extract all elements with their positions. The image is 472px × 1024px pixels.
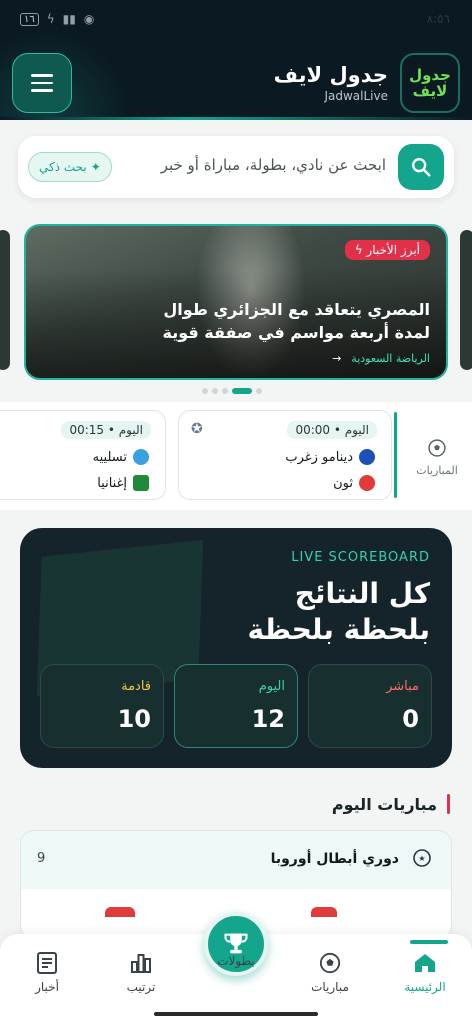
featured-news-card[interactable]: ϟ أبرز الأخبار المصري يتعاقد مع الجزائري… <box>24 224 448 380</box>
search-button[interactable] <box>398 144 444 190</box>
bar-chart-icon <box>131 954 151 973</box>
stat-label: اليوم <box>258 679 285 694</box>
team-crest-icon <box>359 475 375 491</box>
svg-text:★: ★ <box>418 854 425 863</box>
menu-icon-line <box>31 89 53 92</box>
search-icon <box>412 158 431 177</box>
battery-icon: ١٦ <box>20 12 39 26</box>
away-team-name: إغنانيا <box>97 475 127 491</box>
match-time: اليوم • 00:15 <box>61 421 151 439</box>
news-headline: المصري يتعاقد مع الجزائري طوال لمدة أربع… <box>162 300 431 342</box>
stat-value: 10 <box>117 705 151 733</box>
home-indicator <box>154 1012 318 1016</box>
away-team: ثون <box>333 475 375 491</box>
carousel-dots <box>202 388 262 394</box>
home-team-name: تسلييه <box>92 449 127 465</box>
search-input[interactable]: ابحث عن نادي، بطولة، مباراة أو خبر <box>161 156 386 174</box>
stat-live[interactable]: مباشر 0 <box>308 664 432 748</box>
next-news-card[interactable] <box>460 230 472 370</box>
carousel-dot[interactable] <box>256 388 262 394</box>
scoreboard-title-line: بلحظة بلحظة <box>247 613 430 646</box>
stat-label: قادمة <box>121 679 151 694</box>
football-icon <box>319 952 341 974</box>
menu-icon-line <box>31 81 53 85</box>
team-crest-icon <box>133 475 149 491</box>
arrow-right-icon: → <box>332 352 342 365</box>
brand: جدول لايف JadwalLive <box>274 62 388 104</box>
team-crest-icon <box>311 907 337 917</box>
flash-icon: ϟ <box>354 243 367 257</box>
app-subtitle: JadwalLive <box>324 89 388 103</box>
status-bar: ١٦ ϟ ▮▮ ◉ ٨:٥٦ <box>0 10 472 32</box>
league-name: دوري أبطال أوروبا <box>270 851 399 867</box>
champions-league-icon: ✪ <box>191 421 203 437</box>
away-team: إغنانيا <box>97 475 149 491</box>
stat-label: مباشر <box>386 679 419 694</box>
app-title: جدول لايف <box>273 63 388 87</box>
home-team: تسلييه <box>93 449 149 465</box>
match-card[interactable]: اليوم • 00:15 تسلييه إغنانيا <box>0 410 166 500</box>
carousel-dot[interactable] <box>212 388 218 394</box>
news-icon <box>37 952 57 974</box>
league-match-count: 9 <box>37 851 46 866</box>
scoreboard-kicker: LIVE SCOREBOARD <box>291 550 430 565</box>
scoreboard-title: كل النتائج بلحظة بلحظة <box>247 576 430 648</box>
status-icons: ١٦ ϟ ▮▮ ◉ <box>20 12 94 26</box>
home-icon <box>415 954 435 972</box>
status-time: ٨:٥٦ <box>426 12 450 26</box>
matches-shortcut-label: المباريات <box>416 464 458 477</box>
smart-search-button[interactable]: بحث ذكي ✦ <box>28 152 112 182</box>
sparkle-icon: ✦ <box>90 160 101 174</box>
stat-value: 0 <box>402 705 419 733</box>
nav-news[interactable]: أخبار <box>12 952 82 994</box>
team-crest-icon <box>105 907 135 917</box>
stat-today[interactable]: اليوم 12 <box>174 664 298 748</box>
home-team: دينامو زغرب <box>285 449 375 465</box>
smart-search-label: بحث ذكي <box>39 160 87 174</box>
strip-divider <box>394 412 397 498</box>
section-title-text: مباريات اليوم <box>331 794 437 814</box>
notification-icon: ◉ <box>83 12 95 26</box>
home-team-name: دينامو زغرب <box>285 449 353 465</box>
nav-news-label: أخبار <box>35 980 59 994</box>
app-header: ١٦ ϟ ▮▮ ◉ ٨:٥٦ جدول لايف JadwalLive جدول… <box>0 0 472 120</box>
menu-button[interactable] <box>12 53 72 113</box>
top-news-badge: ϟ أبرز الأخبار <box>344 240 430 260</box>
away-team-name: ثون <box>333 475 353 491</box>
nav-home[interactable]: الرئيسية <box>390 952 460 994</box>
matches-shortcut[interactable]: المباريات <box>412 438 462 477</box>
nav-standings[interactable]: ترتيب <box>106 952 176 994</box>
stat-upcoming[interactable]: قادمة 10 <box>40 664 164 748</box>
news-category: → الرياضة السعودية <box>332 352 430 365</box>
live-scoreboard-card[interactable]: LIVE SCOREBOARD كل النتائج بلحظة بلحظة م… <box>20 528 452 768</box>
scoreboard-title-line: كل النتائج <box>294 577 430 610</box>
carousel-dot-active[interactable] <box>232 388 252 394</box>
menu-icon-line <box>31 74 53 77</box>
charging-icon: ϟ <box>46 12 55 26</box>
app-logo[interactable]: جدول لايف <box>400 53 460 113</box>
match-card[interactable]: اليوم • 00:00 ✪ دينامو زغرب ثون <box>178 410 392 500</box>
carousel-dot[interactable] <box>202 388 208 394</box>
top-news-label: أبرز الأخبار <box>366 243 420 257</box>
search-bar[interactable]: ابحث عن نادي، بطولة، مباراة أو خبر بحث ذ… <box>18 136 454 198</box>
section-title: مباريات اليوم <box>332 794 450 814</box>
league-header[interactable]: ★ دوري أبطال أوروبا 9 <box>21 831 451 889</box>
match-time: اليوم • 00:00 <box>287 421 377 439</box>
prev-news-card[interactable] <box>0 230 10 370</box>
news-category-label: الرياضة السعودية <box>351 352 430 365</box>
nav-matches[interactable]: مباريات <box>295 952 365 994</box>
nav-cups-label: بطولات <box>217 954 255 968</box>
nav-home-label: الرئيسية <box>404 980 446 994</box>
team-crest-icon <box>359 449 375 465</box>
nav-active-indicator <box>410 940 448 944</box>
football-icon <box>428 439 446 457</box>
nav-standings-label: ترتيب <box>126 980 156 994</box>
carousel-dot[interactable] <box>222 388 228 394</box>
champions-league-icon: ★ <box>413 849 431 867</box>
stat-value: 12 <box>251 705 285 733</box>
signal-icon: ▮▮ <box>62 12 76 26</box>
logo-text: جدول لايف <box>409 66 451 100</box>
nav-matches-label: مباريات <box>311 980 349 994</box>
team-crest-icon <box>133 449 149 465</box>
